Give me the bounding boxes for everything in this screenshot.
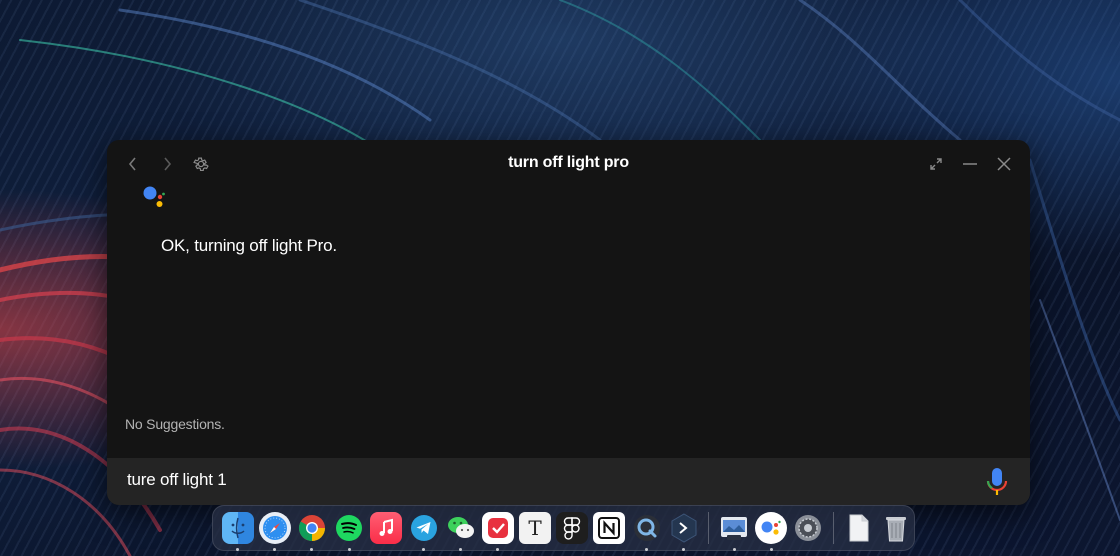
preview-icon	[721, 517, 748, 540]
dock-music[interactable]	[370, 512, 403, 544]
quicktime-icon	[633, 515, 660, 541]
finder-icon	[231, 517, 245, 539]
running-indicator	[645, 548, 649, 551]
dock-quicktime[interactable]	[631, 512, 663, 551]
query-input-bar: ture off light 1	[107, 458, 1030, 505]
dock-preview[interactable]	[718, 512, 750, 551]
desktop-background: turn off light pro OK, turning off light…	[0, 0, 1120, 556]
tasks-icon	[487, 518, 508, 538]
dock-google-assistant[interactable]	[755, 512, 788, 551]
assistant-response: OK, turning off light Pro.	[161, 236, 337, 255]
running-indicator	[273, 548, 277, 551]
running-indicator	[682, 548, 686, 551]
dock-notion[interactable]	[593, 512, 626, 544]
dock-finder[interactable]	[221, 512, 254, 551]
running-indicator	[769, 548, 773, 551]
dock-separator	[833, 512, 834, 544]
notion-icon	[598, 517, 621, 539]
dock-document[interactable]	[843, 512, 875, 544]
dock-terminal[interactable]	[668, 512, 700, 551]
system-preferences-icon	[795, 515, 822, 541]
query-input[interactable]: ture off light 1	[127, 470, 227, 490]
dock-typora[interactable]: T	[519, 512, 552, 544]
terminal-icon	[671, 513, 697, 543]
dock-tasks[interactable]	[481, 512, 514, 551]
suggestions-status: No Suggestions.	[125, 416, 225, 432]
expand-icon	[930, 158, 942, 170]
expand-button[interactable]	[926, 154, 946, 174]
typora-icon: T	[528, 516, 542, 540]
close-icon	[997, 157, 1011, 171]
music-icon	[379, 518, 394, 536]
google-assistant-icon	[143, 186, 165, 207]
dock-safari[interactable]	[258, 512, 291, 551]
minimize-icon	[963, 163, 977, 165]
microphone-icon[interactable]	[984, 467, 1010, 497]
chrome-icon	[298, 515, 325, 542]
window-titlebar: turn off light pro	[107, 140, 1030, 188]
running-indicator	[310, 548, 314, 551]
figma-icon	[564, 517, 581, 540]
dock-telegram[interactable]	[408, 512, 440, 551]
window-title: turn off light pro	[508, 154, 629, 171]
wechat-icon	[447, 517, 474, 538]
dock-figma[interactable]	[556, 512, 589, 544]
document-icon	[849, 514, 869, 542]
minimize-button[interactable]	[960, 154, 980, 174]
dock-spotify[interactable]	[333, 512, 365, 551]
trash-icon	[885, 517, 906, 542]
dock-wechat[interactable]	[445, 512, 477, 551]
google-assistant-icon	[761, 520, 781, 535]
telegram-icon	[410, 515, 437, 541]
dock: T	[212, 505, 915, 551]
running-indicator	[347, 548, 351, 551]
close-button[interactable]	[994, 154, 1014, 174]
dock-separator	[708, 512, 710, 544]
assistant-window: turn off light pro OK, turning off light…	[107, 140, 1030, 505]
running-indicator	[732, 548, 736, 551]
dock-chrome[interactable]	[296, 512, 328, 551]
running-indicator	[496, 548, 500, 551]
dock-trash[interactable]	[880, 512, 912, 544]
spotify-icon	[336, 515, 363, 541]
running-indicator	[459, 548, 463, 551]
safari-icon	[262, 516, 287, 540]
dock-system-preferences[interactable]	[792, 512, 824, 544]
running-indicator	[236, 548, 240, 551]
running-indicator	[422, 548, 426, 551]
